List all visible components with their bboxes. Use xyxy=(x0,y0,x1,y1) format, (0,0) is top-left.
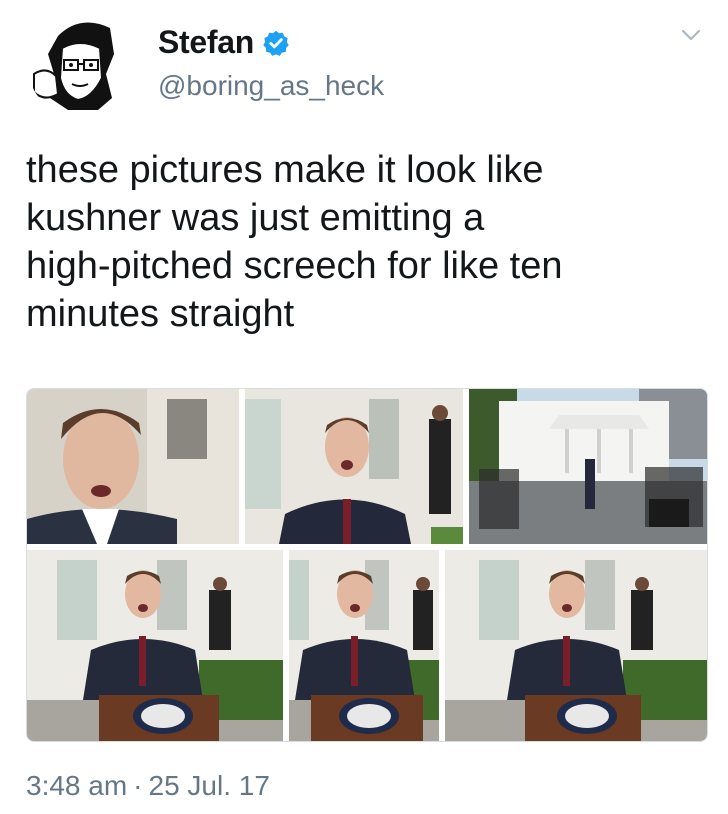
author-name[interactable]: Stefan xyxy=(158,24,254,61)
speaker-podium-photo xyxy=(27,550,283,741)
photo-4[interactable] xyxy=(27,550,283,741)
verified-badge-icon xyxy=(263,30,289,56)
tweet-timestamp[interactable]: 3:48 am · 25 Jul. 17 xyxy=(26,770,270,802)
separator-dot: · xyxy=(133,770,143,801)
tweet-time: 3:48 am xyxy=(26,770,128,801)
tweet-date: 25 Jul. 17 xyxy=(148,770,270,801)
author-handle[interactable]: @boring_as_heck xyxy=(158,70,384,102)
white-house-exterior-photo xyxy=(469,389,707,544)
avatar[interactable] xyxy=(28,14,134,118)
photo-1[interactable] xyxy=(27,389,239,544)
photo-3[interactable] xyxy=(469,389,707,544)
speaker-medium-photo xyxy=(245,389,463,544)
author-name-row[interactable]: Stefan xyxy=(158,24,290,61)
cartoon-avatar-icon xyxy=(28,14,134,118)
chevron-down-icon[interactable] xyxy=(680,24,702,46)
speaker-podium-photo xyxy=(445,550,707,741)
photo-2[interactable] xyxy=(245,389,463,544)
speaker-closeup-photo xyxy=(27,389,239,544)
speaker-podium-photo xyxy=(289,550,439,741)
photo-5[interactable] xyxy=(289,550,439,741)
tweet-text: these pictures make it look like kushner… xyxy=(26,149,563,335)
photo-6[interactable] xyxy=(445,550,707,741)
media-grid[interactable] xyxy=(26,388,708,742)
